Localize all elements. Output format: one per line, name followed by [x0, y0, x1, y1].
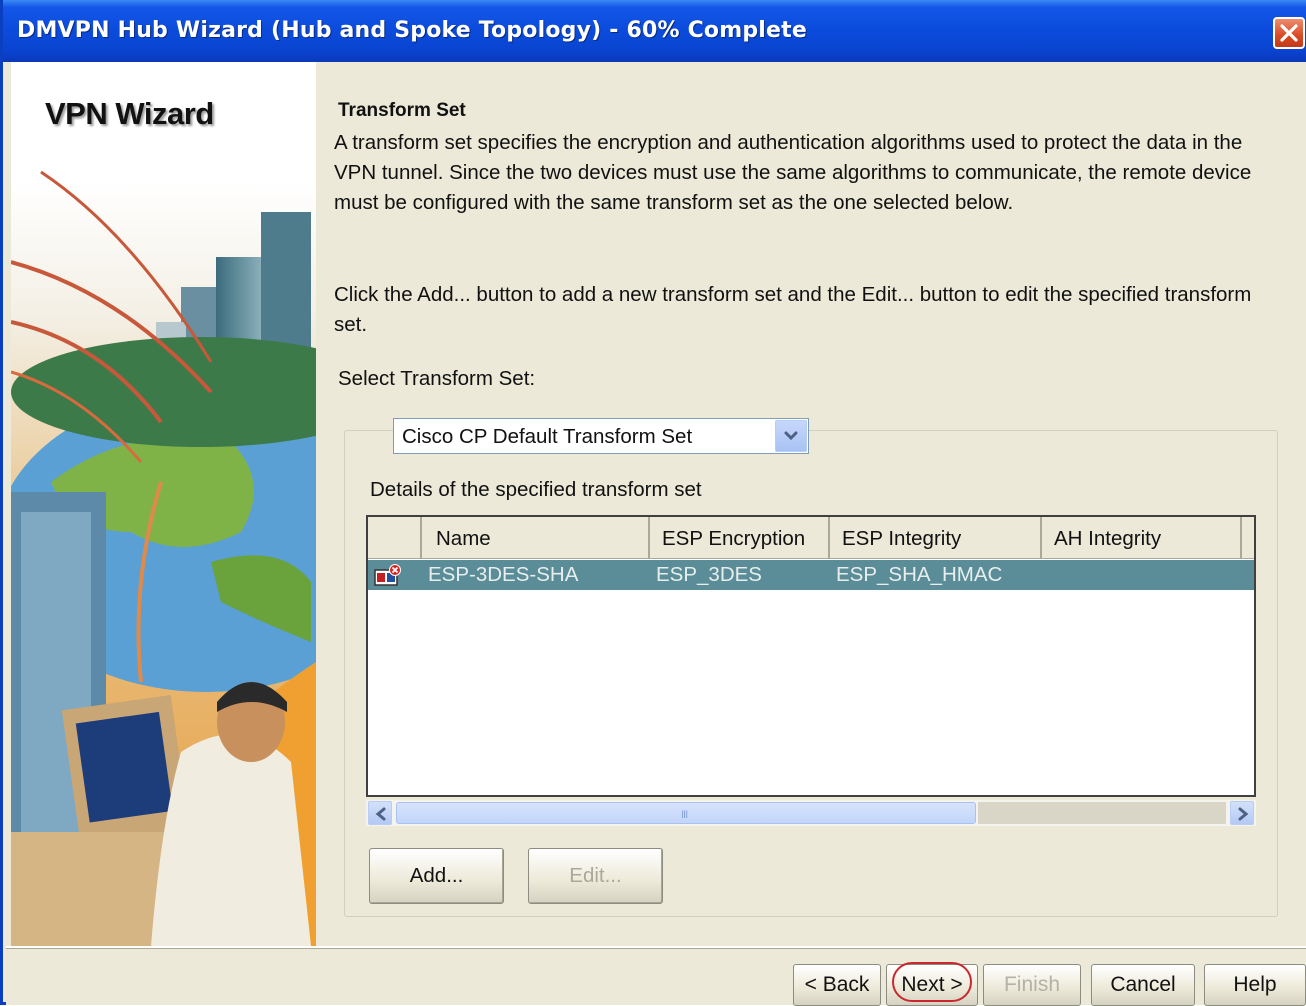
column-header-esp-integrity[interactable]: ESP Integrity	[830, 517, 1042, 559]
transform-set-icon	[374, 564, 401, 586]
scroll-grip-icon: III	[681, 809, 688, 821]
details-label: Details of the specified transform set	[370, 478, 702, 501]
chevron-right-icon	[1238, 807, 1249, 821]
select-transform-set-label: Select Transform Set:	[338, 367, 536, 390]
window-title: DMVPN Hub Wizard (Hub and Spoke Topology…	[17, 18, 808, 43]
cancel-button[interactable]: Cancel	[1091, 964, 1195, 1006]
title-bar: DMVPN Hub Wizard (Hub and Spoke Topology…	[3, 0, 1306, 62]
column-header-esp-encryption[interactable]: ESP Encryption	[650, 517, 830, 559]
wizard-side-panel: VPN Wizard	[11, 62, 316, 946]
add-button[interactable]: Add...	[369, 848, 504, 904]
back-button[interactable]: < Back	[793, 964, 881, 1006]
table-row[interactable]: ESP-3DES-SHA ESP_3DES ESP_SHA_HMAC	[368, 560, 1254, 590]
dropdown-selected-value: Cisco CP Default Transform Set	[402, 425, 693, 448]
table-header: Name ESP Encryption ESP Integrity AH Int…	[368, 517, 1254, 559]
wizard-footer: < Back Next > Finish Cancel Help	[6, 946, 1306, 1006]
horizontal-scrollbar[interactable]: III	[366, 800, 1256, 826]
scroll-thumb[interactable]: III	[396, 802, 976, 824]
finish-button[interactable]: Finish	[983, 964, 1081, 1006]
edit-button[interactable]: Edit...	[528, 848, 663, 904]
transform-set-table: Name ESP Encryption ESP Integrity AH Int…	[366, 515, 1256, 797]
description-text: A transform set specifies the encryption…	[334, 131, 1252, 214]
cell-esp-integrity: ESP_SHA_HMAC	[836, 563, 1003, 586]
column-header-name[interactable]: Name	[422, 517, 650, 559]
scroll-track[interactable]	[978, 802, 1226, 824]
close-icon	[1280, 24, 1298, 42]
wizard-heading: VPN Wizard	[45, 96, 214, 131]
wizard-illustration	[11, 170, 316, 946]
scroll-right-button[interactable]	[1230, 801, 1254, 825]
instructions-text: Click the Add... button to add a new tra…	[334, 283, 1252, 336]
chevron-left-icon	[375, 807, 386, 821]
content-area: Transform Set A transform set specifies …	[316, 62, 1306, 946]
wizard-window: DMVPN Hub Wizard (Hub and Spoke Topology…	[0, 0, 1306, 1006]
scroll-left-button[interactable]	[368, 801, 392, 825]
next-button[interactable]: Next >	[886, 964, 978, 1006]
help-button[interactable]: Help	[1204, 964, 1306, 1006]
close-button[interactable]	[1273, 17, 1305, 49]
section-title: Transform Set	[338, 100, 466, 121]
footer-divider	[6, 948, 1306, 949]
table-header-icon-column[interactable]	[368, 517, 422, 559]
transform-set-dropdown[interactable]: Cisco CP Default Transform Set	[393, 418, 809, 454]
cell-name: ESP-3DES-SHA	[428, 563, 579, 586]
chevron-down-icon	[784, 431, 798, 441]
column-header-ah-integrity[interactable]: AH Integrity	[1042, 517, 1242, 559]
dropdown-arrow-button[interactable]	[775, 420, 807, 452]
cell-esp-encryption: ESP_3DES	[656, 563, 762, 586]
